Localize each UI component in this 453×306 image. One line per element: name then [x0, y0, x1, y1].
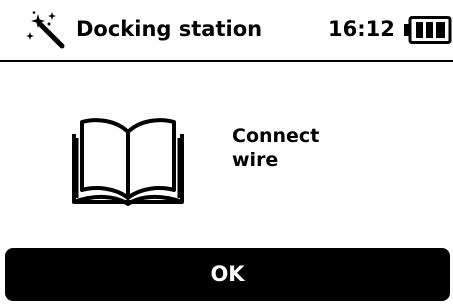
clock: 16:12: [328, 17, 395, 41]
wizard-wand-icon: [26, 10, 66, 50]
ok-button[interactable]: OK: [5, 248, 450, 301]
message-line-1: Connect: [232, 125, 320, 147]
battery-icon: [404, 16, 452, 44]
status-header: Docking station 16:12: [0, 0, 453, 62]
open-manual-book-icon: [66, 112, 190, 208]
device-screen: Docking station 16:12 Connect wire OK: [0, 0, 453, 306]
instruction-message: Connect wire: [232, 124, 319, 172]
message-line-2: wire: [232, 149, 279, 171]
screen-title: Docking station: [76, 17, 263, 41]
